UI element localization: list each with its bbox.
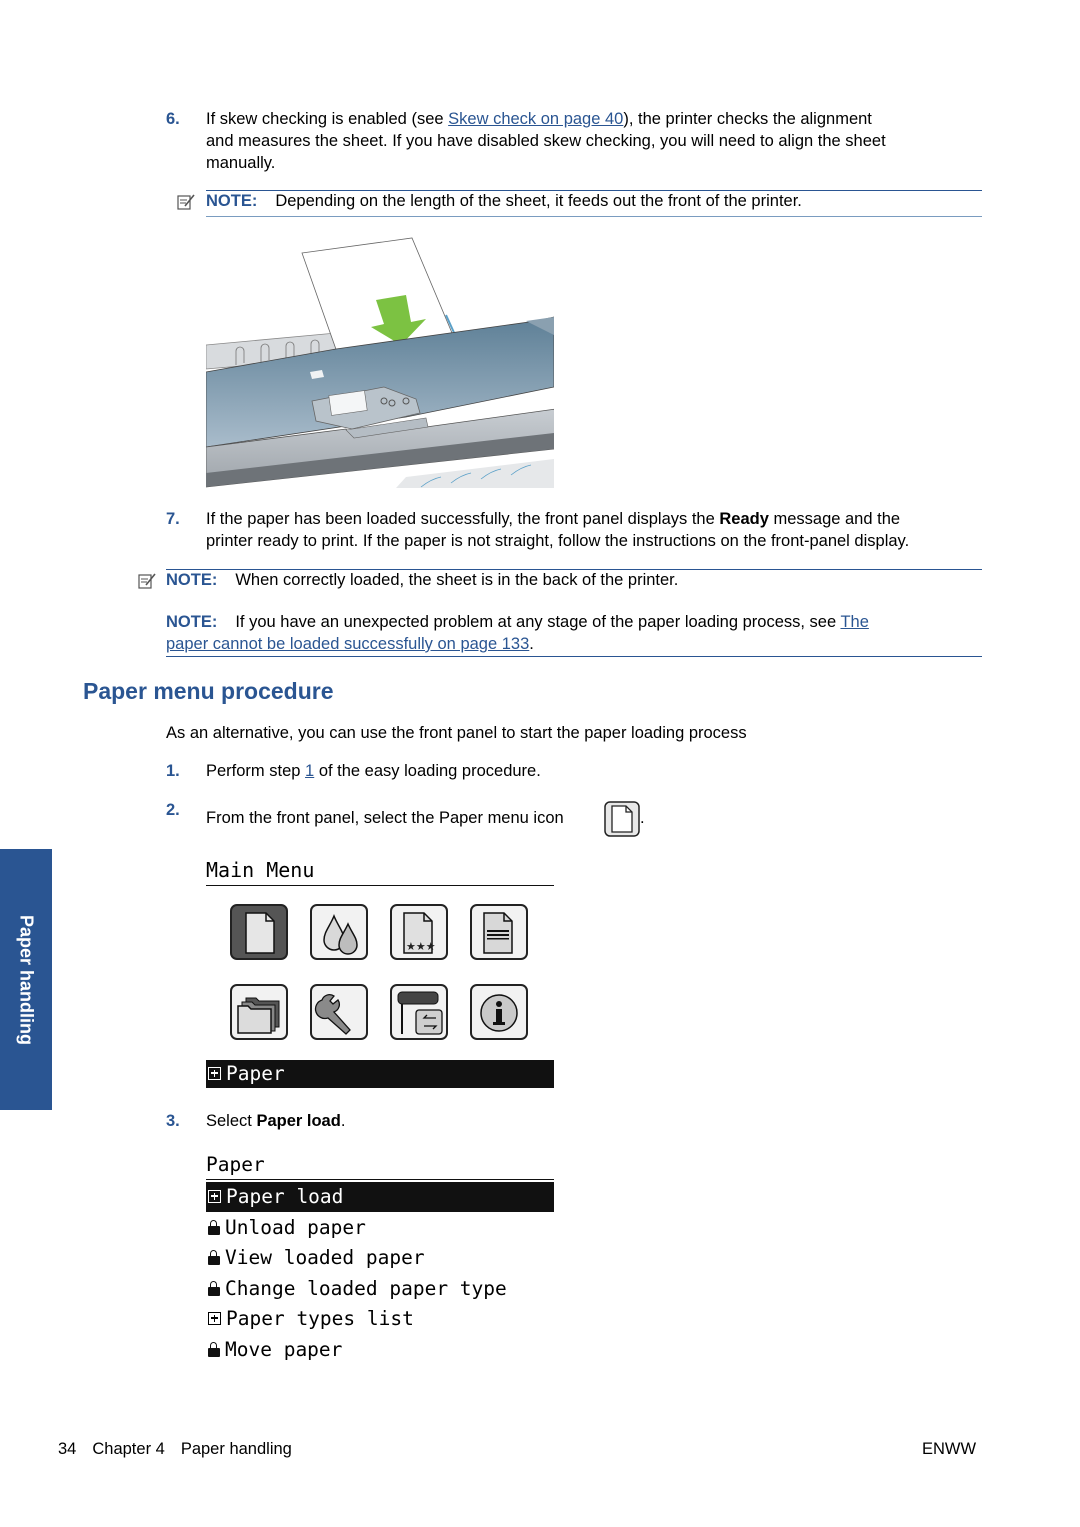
step-7-text: If the paper has been loaded successfull…: [206, 510, 910, 550]
image-quality-icon[interactable]: ★★★: [390, 904, 448, 960]
chapter-label: Chapter 4: [92, 1440, 165, 1458]
paper-cannot-load-link[interactable]: The: [840, 613, 868, 631]
step-1-link[interactable]: 1: [305, 762, 314, 780]
menu-item-view-loaded-paper[interactable]: View loaded paper: [206, 1243, 554, 1273]
paper-icon[interactable]: [230, 904, 288, 960]
step-2-period: .: [640, 809, 645, 827]
paper-menu-icon: [604, 801, 640, 837]
main-menu-rule: [206, 885, 554, 886]
step-3-number: 3.: [166, 1112, 180, 1130]
chapter-side-tab: Paper handling: [0, 849, 52, 1110]
note-icon: [138, 573, 156, 589]
skew-check-link[interactable]: Skew check on page 40: [448, 110, 623, 128]
lock-icon: [208, 1342, 220, 1357]
paper-menu-title: Paper: [206, 1153, 265, 1176]
footer-left: 34 Chapter 4 Paper handling: [58, 1440, 292, 1459]
note-3: NOTE: If you have an unexpected problem a…: [166, 613, 869, 653]
lock-icon: [208, 1281, 220, 1296]
menu-item-change-loaded-paper-type[interactable]: Change loaded paper type: [206, 1274, 554, 1304]
lock-icon: [208, 1220, 220, 1235]
step-3-text: Select Paper load.: [206, 1112, 346, 1130]
expand-icon: [208, 1311, 221, 1325]
menu-item-unload-paper[interactable]: Unload paper: [206, 1213, 554, 1243]
printer-connectivity-icon[interactable]: [390, 984, 448, 1040]
step-6-number: 6.: [166, 110, 180, 128]
step-1-text: Perform step 1 of the easy loading proce…: [206, 762, 541, 780]
ink-icon[interactable]: [310, 904, 368, 960]
menu-item-paper-types-list[interactable]: Paper types list: [206, 1304, 554, 1334]
menu-item-move-paper[interactable]: Move paper: [206, 1335, 554, 1365]
step-2-text: From the front panel, select the Paper m…: [206, 809, 564, 827]
step-1-number: 1.: [166, 762, 180, 780]
expand-icon: [208, 1066, 221, 1080]
note-3-bottom-rule: [166, 656, 982, 657]
note-1: NOTE: Depending on the length of the shee…: [206, 192, 802, 210]
section-intro: As an alternative, you can use the front…: [166, 724, 747, 742]
lock-icon: [208, 1250, 220, 1265]
chapter-title: Paper handling: [180, 1440, 292, 1458]
paper-cannot-load-link-cont[interactable]: paper cannot be loaded successfully on p…: [166, 635, 529, 653]
folder-icon[interactable]: [230, 984, 288, 1040]
page-number: 34: [58, 1440, 77, 1458]
note-icon: [177, 194, 195, 210]
note-2: NOTE: When correctly loaded, the sheet is…: [166, 571, 679, 589]
main-menu-title: Main Menu: [206, 858, 315, 882]
step-7-number: 7.: [166, 510, 180, 528]
printer-illustration: [206, 237, 554, 488]
note-1-bottom-rule: [206, 216, 982, 217]
section-heading: Paper menu procedure: [83, 678, 334, 704]
wrench-icon[interactable]: [310, 984, 368, 1040]
footer-right: ENWW: [922, 1440, 977, 1458]
info-icon[interactable]: [470, 984, 528, 1040]
main-menu-selected-item[interactable]: Paper: [206, 1060, 554, 1088]
svg-text:★★★: ★★★: [406, 941, 436, 953]
menu-item-paper-load[interactable]: Paper load: [206, 1182, 554, 1212]
paper-menu-rule: [206, 1179, 554, 1180]
step-6-text: If skew checking is enabled (see Skew ch…: [206, 110, 886, 172]
step-2-number: 2.: [166, 801, 180, 819]
job-queue-icon[interactable]: [470, 904, 528, 960]
expand-icon: [208, 1189, 221, 1203]
